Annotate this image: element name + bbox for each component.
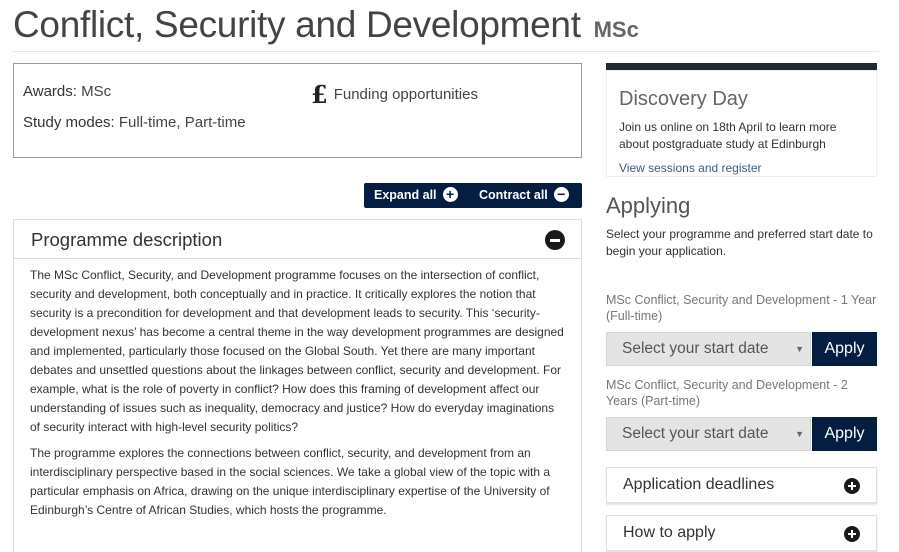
- study-modes-label: Study modes:: [23, 114, 115, 131]
- contract-all-button[interactable]: Contract all −: [479, 183, 569, 208]
- expand-contract-bar: Expand all + Contract all −: [364, 183, 582, 208]
- programme-description-header[interactable]: Programme description: [14, 220, 581, 259]
- programme-title: Conflict, Security and Development: [13, 4, 581, 45]
- funding-link[interactable]: £ Funding opportunities: [311, 80, 478, 109]
- applying-intro: Select your programme and preferred star…: [606, 227, 873, 258]
- expand-all-label: Expand all: [374, 188, 437, 202]
- awards-row: Awards: MSc: [23, 83, 111, 100]
- awards-value: MSc: [81, 83, 112, 100]
- how-to-apply-accordion[interactable]: How to apply: [606, 515, 877, 551]
- applying-title: Applying: [606, 193, 691, 218]
- how-to-apply-label: How to apply: [623, 524, 716, 541]
- degree-suffix: MSc: [593, 17, 639, 42]
- discovery-day-text: Join us online on 18th April to learn mo…: [619, 120, 837, 151]
- description-paragraph: The MSc Conflict, Security, and Developm…: [30, 268, 564, 434]
- study-modes-value: Full-time, Part-time: [118, 114, 246, 131]
- pound-icon: £: [311, 80, 328, 109]
- contract-all-label: Contract all: [479, 188, 548, 202]
- view-sessions-link[interactable]: View sessions and register: [619, 161, 762, 175]
- start-date-select-value: Select your start date: [622, 425, 769, 442]
- start-date-select[interactable]: Select your start date ▼: [606, 417, 811, 451]
- start-date-select[interactable]: Select your start date ▼: [606, 332, 811, 366]
- programme-description-body: The MSc Conflict, Security, and Developm…: [14, 259, 581, 520]
- funding-label: Funding opportunities: [333, 86, 478, 103]
- description-paragraph: The programme explores the connections b…: [30, 446, 551, 517]
- programme-description-panel: Programme description The MSc Conflict, …: [13, 219, 582, 552]
- page-title: Conflict, Security and Development MSc: [13, 4, 879, 52]
- collapse-icon[interactable]: [545, 230, 565, 250]
- discovery-day-card: Discovery Day Join us online on 18th Apr…: [606, 63, 877, 177]
- expand-icon: [844, 478, 860, 494]
- study-modes-row: Study modes: Full-time, Part-time: [23, 114, 246, 131]
- expand-icon: [844, 526, 860, 542]
- application-deadlines-label: Application deadlines: [623, 476, 775, 493]
- expand-all-button[interactable]: Expand all +: [374, 183, 458, 208]
- programme-option-label: MSc Conflict, Security and Development -…: [606, 378, 848, 408]
- minus-circle-icon: −: [553, 187, 569, 203]
- apply-button[interactable]: Apply: [812, 332, 877, 366]
- dropdown-caret-icon: ▼: [795, 429, 804, 439]
- programme-description-title: Programme description: [31, 229, 223, 250]
- plus-circle-icon: +: [442, 187, 458, 203]
- start-date-select-value: Select your start date: [622, 340, 769, 357]
- programme-summary-box: Awards: MSc Study modes: Full-time, Part…: [13, 63, 582, 158]
- awards-label: Awards:: [23, 83, 77, 100]
- programme-option-label: MSc Conflict, Security and Development -…: [606, 293, 877, 323]
- dropdown-caret-icon: ▼: [795, 344, 804, 354]
- apply-button[interactable]: Apply: [812, 417, 877, 451]
- discovery-day-title: Discovery Day: [619, 88, 748, 110]
- application-deadlines-accordion[interactable]: Application deadlines: [606, 467, 877, 503]
